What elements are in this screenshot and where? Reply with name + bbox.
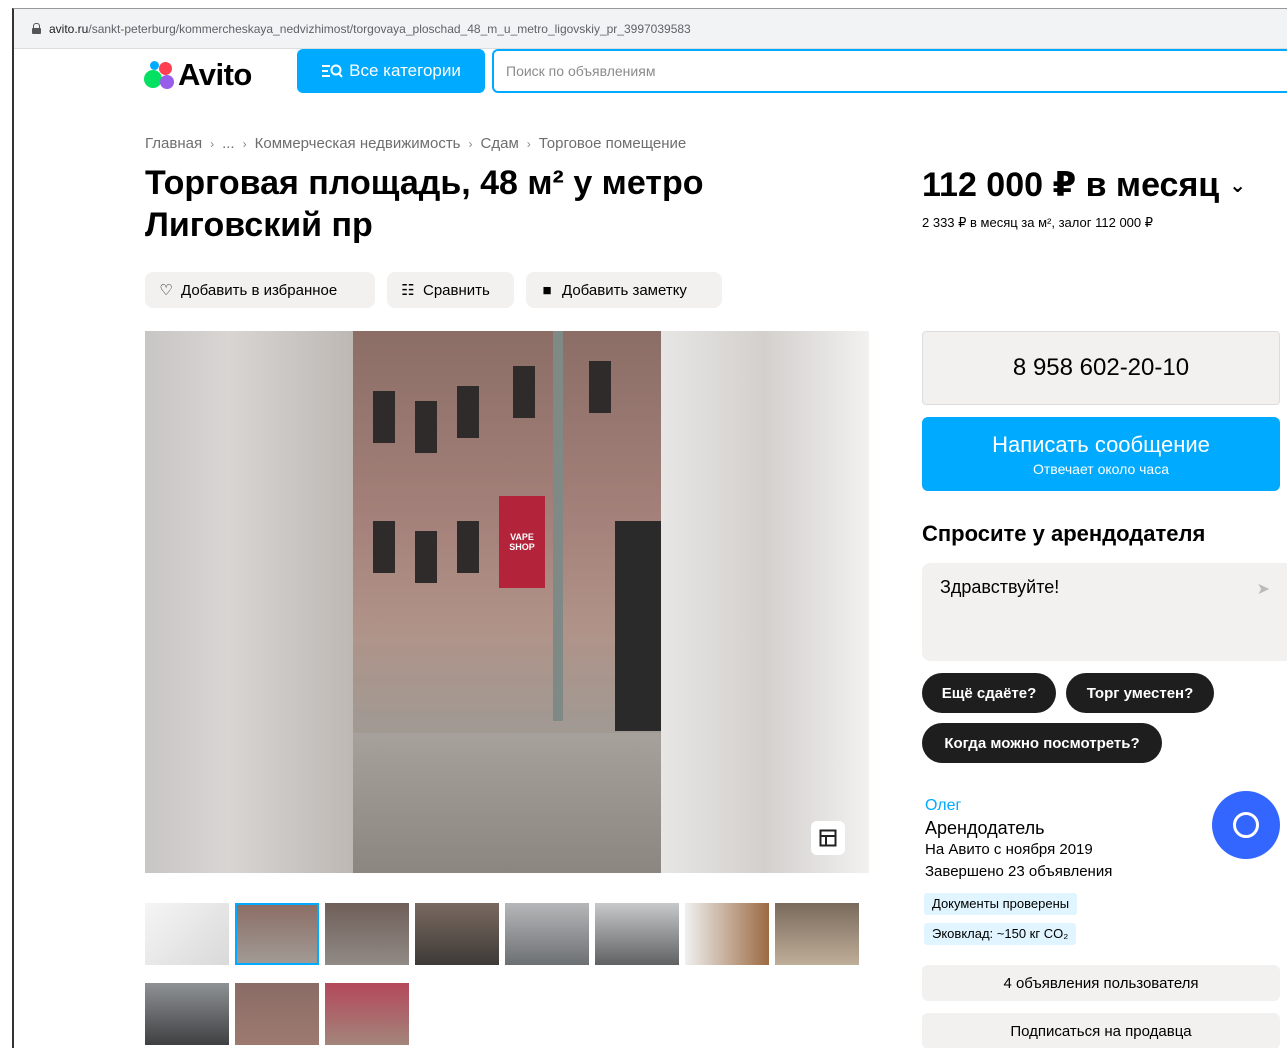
quick-question-viewing[interactable]: Когда можно посмотреть? <box>922 723 1162 763</box>
thumbnail[interactable] <box>145 903 229 965</box>
quick-question-bargain[interactable]: Торг уместен? <box>1066 673 1214 713</box>
thumbnail[interactable] <box>685 903 769 965</box>
avito-logo[interactable]: Avito <box>144 57 252 93</box>
add-note-label: Добавить заметку <box>562 281 687 299</box>
phone-button[interactable]: 8 958 602-20-10 <box>922 331 1280 405</box>
note-icon: ■ <box>542 281 552 299</box>
badge-documents-verified: Документы проверены <box>924 893 1078 915</box>
thumbnail[interactable] <box>775 903 859 965</box>
thumbnail[interactable] <box>325 983 409 1045</box>
price-details: 2 333 ₽ в месяц за м², залог 112 000 ₽ <box>922 215 1154 230</box>
site-header: Avito Все категории Поиск по объявлениям <box>14 49 1287 103</box>
thumbnail[interactable] <box>145 983 229 1045</box>
write-message-button[interactable]: Написать сообщение Отвечает около часа <box>922 417 1280 491</box>
add-favorite-label: Добавить в избранное <box>181 281 338 299</box>
title-line-2: Лиговский пр <box>145 206 373 244</box>
logo-text: Avito <box>178 57 252 92</box>
search-input[interactable]: Поиск по объявлениям <box>492 49 1287 93</box>
chevron-right-icon: › <box>526 136 531 151</box>
compare-icon: ☷ <box>401 282 415 299</box>
main-photo[interactable]: VAPE SHOP <box>145 331 869 873</box>
thumbnail-selected[interactable] <box>235 903 319 965</box>
breadcrumb-item-commercial[interactable]: Коммерческая недвижимость <box>255 135 461 152</box>
price[interactable]: 112 000 ₽ в месяц ⌄ <box>922 165 1246 205</box>
all-categories-button[interactable]: Все категории <box>297 49 485 93</box>
browser-frame: avito.ru/sankt-peterburg/kommercheskaya_… <box>12 8 1287 1048</box>
page-title: Торговая площадь, 48 м² у метро Лиговски… <box>145 162 805 246</box>
seller-name[interactable]: Олег <box>925 795 1112 817</box>
breadcrumb: Главная › ... › Коммерческая недвижимост… <box>145 135 686 152</box>
compare-button[interactable]: ☷ Сравнить <box>387 272 514 308</box>
listing-actions: ♡ Добавить в избранное ☷ Сравнить ■ Доба… <box>145 272 722 308</box>
thumbnail[interactable] <box>235 983 319 1045</box>
lock-icon <box>32 23 41 34</box>
menu-search-icon <box>322 64 343 78</box>
compare-label: Сравнить <box>423 281 490 299</box>
breadcrumb-item-ellipsis[interactable]: ... <box>222 135 235 152</box>
thumbnail[interactable] <box>595 903 679 965</box>
photo-shop-sign: VAPE SHOP <box>499 496 545 588</box>
title-line-1: Торговая площадь, 48 м² у метро <box>145 164 704 202</box>
add-favorite-button[interactable]: ♡ Добавить в избранное <box>145 272 375 308</box>
thumbnail[interactable] <box>505 903 589 965</box>
gallery-icon[interactable] <box>811 821 845 855</box>
badge-eco-contribution: Эковклад: ~150 кг CO₂ <box>924 923 1077 945</box>
chevron-right-icon: › <box>242 136 247 151</box>
breadcrumb-item-home[interactable]: Главная <box>145 135 202 152</box>
thumbnail[interactable] <box>415 903 499 965</box>
chevron-down-icon: ⌄ <box>1229 174 1246 197</box>
search-placeholder: Поиск по объявлениям <box>506 63 656 79</box>
write-message-label: Написать сообщение <box>992 431 1210 457</box>
url-domain: avito.ru <box>49 21 89 36</box>
send-icon[interactable]: ➤ <box>1257 579 1270 599</box>
heart-icon: ♡ <box>159 282 173 299</box>
price-value: 112 000 ₽ в месяц <box>922 166 1220 204</box>
breadcrumb-item-rent[interactable]: Сдам <box>481 135 519 152</box>
chevron-right-icon: › <box>468 136 473 151</box>
subscribe-seller-button[interactable]: Подписаться на продавца <box>922 1013 1280 1048</box>
message-input[interactable]: Здравствуйте! ➤ <box>922 563 1287 661</box>
address-bar[interactable]: avito.ru/sankt-peterburg/kommercheskaya_… <box>14 9 1287 49</box>
photo-blur-left <box>145 331 353 873</box>
user-listings-button[interactable]: 4 объявления пользователя <box>922 965 1280 1001</box>
breadcrumb-item-retail[interactable]: Торговое помещение <box>539 135 686 152</box>
seller-role: Арендодатель <box>925 818 1045 838</box>
quick-question-still-renting[interactable]: Ещё сдаёте? <box>922 673 1056 713</box>
photo-building: VAPE SHOP <box>353 331 661 873</box>
thumbnail[interactable] <box>325 903 409 965</box>
chevron-right-icon: › <box>210 136 215 151</box>
assistant-fab-icon[interactable] <box>1212 791 1280 859</box>
logo-dots-icon <box>144 60 174 90</box>
seller-completed: Завершено 23 объявления <box>925 863 1113 880</box>
add-note-button[interactable]: ■ Добавить заметку <box>526 272 722 308</box>
seller-info: Олег Арендодатель На Авито с ноября 2019… <box>925 795 1112 883</box>
url-path: /sankt-peterburg/kommercheskaya_nedvizhi… <box>88 21 691 36</box>
all-categories-label: Все категории <box>349 61 461 80</box>
ask-landlord-title: Спросите у арендодателя <box>922 521 1206 546</box>
message-input-value: Здравствуйте! <box>940 577 1060 597</box>
seller-since: На Авито с ноября 2019 <box>925 841 1093 858</box>
response-time: Отвечает около часа <box>1032 460 1170 477</box>
phone-number: 8 958 602-20-10 <box>1012 354 1190 381</box>
photo-blur-right <box>661 331 869 873</box>
